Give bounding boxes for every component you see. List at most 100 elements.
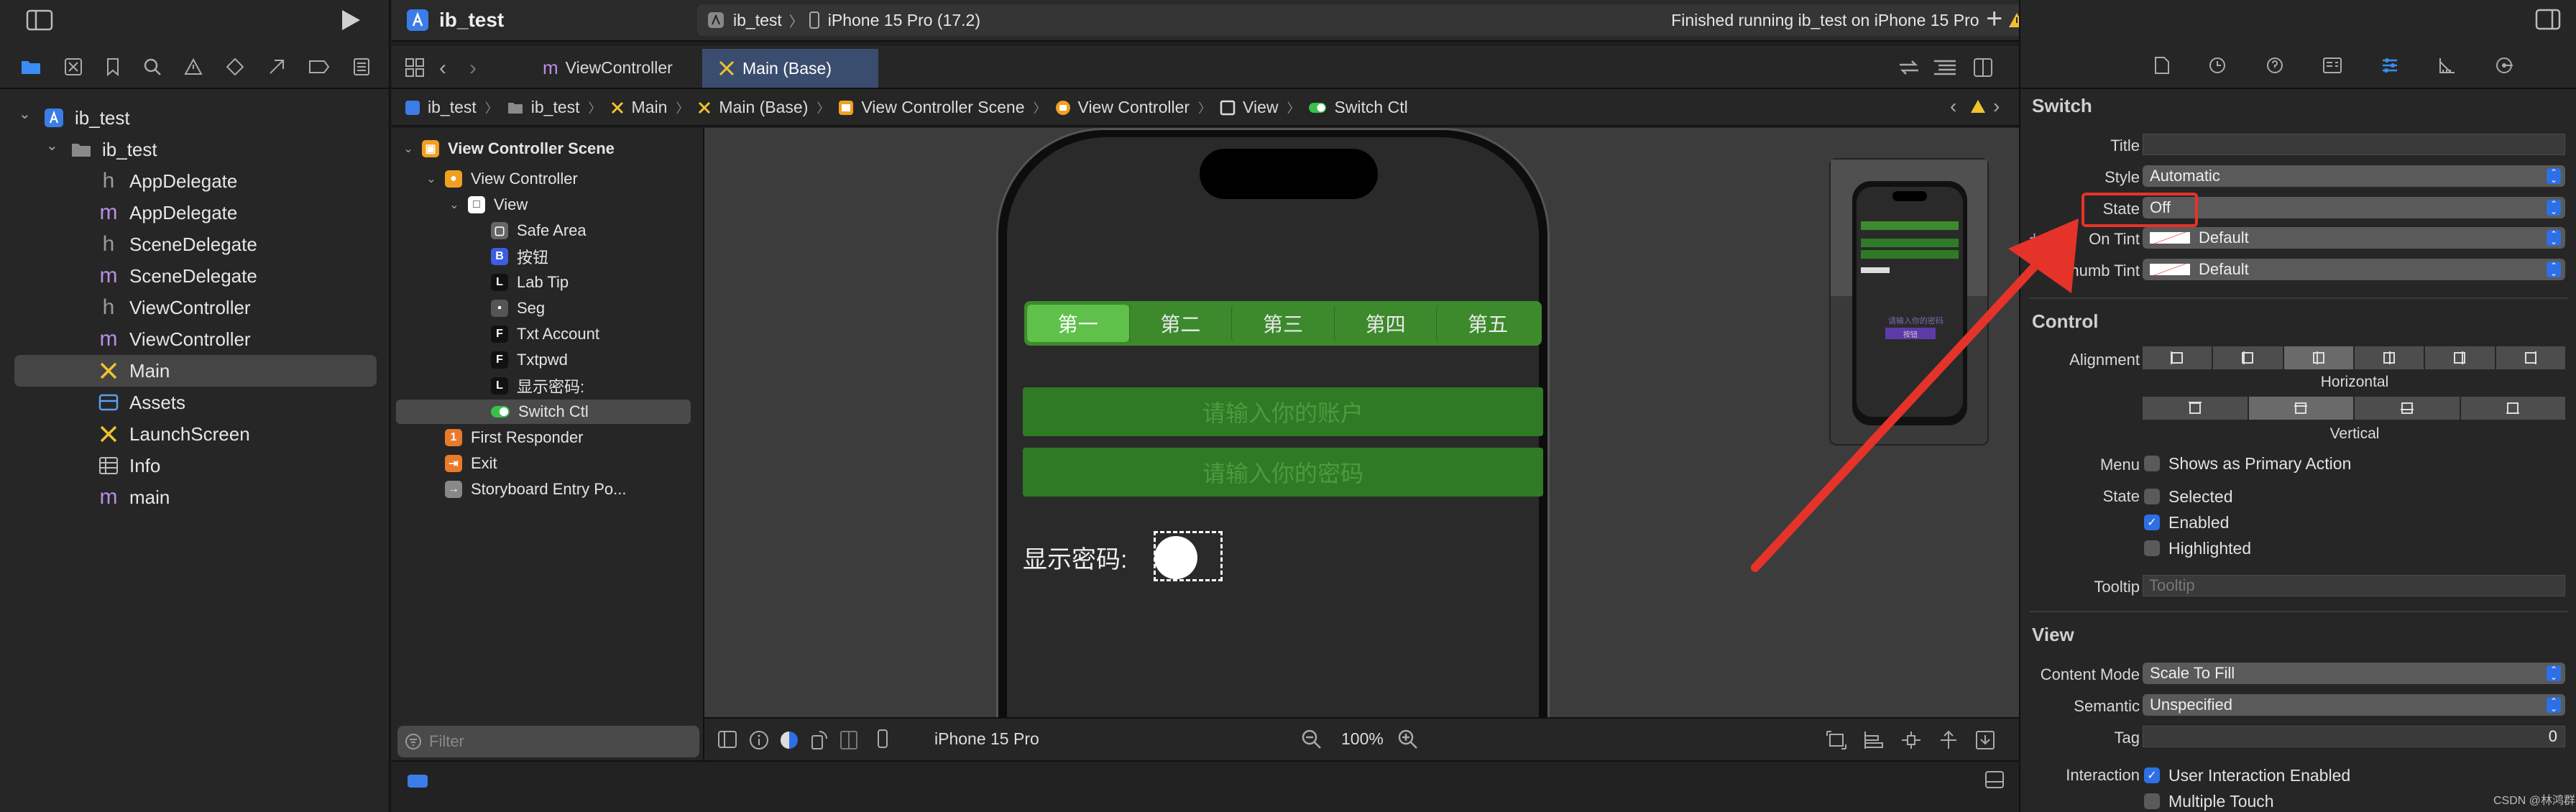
outline-item[interactable]: ⌄ □ View xyxy=(396,193,691,217)
outline-item[interactable]: F Txtpwd xyxy=(396,348,691,372)
outline-item[interactable]: Switch Ctl xyxy=(396,400,691,424)
outline-item[interactable]: ⇥ Exit xyxy=(396,451,691,476)
orientation-icon[interactable] xyxy=(809,730,829,750)
vertical-alignment-option-icon[interactable] xyxy=(2143,397,2248,420)
next-issue-button[interactable]: › xyxy=(1993,95,2000,118)
outline-item[interactable]: ▪ Seg xyxy=(396,296,691,320)
navigator-item[interactable]: m main xyxy=(14,481,377,513)
breadcrumb-item[interactable]: Main xyxy=(632,98,668,117)
disclosure-icon[interactable]: ⌄ xyxy=(19,105,37,123)
breadcrumb-item[interactable]: Main (Base) xyxy=(719,98,808,117)
device-label[interactable]: iPhone 15 Pro xyxy=(934,729,1039,749)
navigator-item[interactable]: h AppDelegate xyxy=(14,165,377,197)
list-icon[interactable] xyxy=(1933,59,1957,76)
help-icon[interactable] xyxy=(2266,56,2284,75)
password-text-field[interactable]: 请输入你的密码 xyxy=(1023,448,1543,497)
vertical-alignment-control[interactable] xyxy=(2143,397,2567,420)
outline-item[interactable]: ▢ Safe Area xyxy=(396,218,691,243)
issue-icon[interactable] xyxy=(184,58,203,75)
navigator-item[interactable]: ⌄ ib_test xyxy=(14,134,377,165)
segment-4[interactable]: 第四 xyxy=(1333,305,1437,342)
title-input[interactable] xyxy=(2143,134,2565,155)
appearance-icon[interactable] xyxy=(779,730,799,750)
align-icon[interactable] xyxy=(1863,730,1885,750)
add-constraints-icon[interactable] xyxy=(1900,730,1922,750)
horizontal-alignment-option-icon[interactable] xyxy=(2213,346,2283,369)
zoom-in-icon[interactable] xyxy=(1397,729,1419,750)
navigator-item[interactable]: LaunchScreen xyxy=(14,418,377,450)
add-editor-icon[interactable] xyxy=(1973,57,1993,78)
segment-1[interactable]: 第一 xyxy=(1027,305,1129,342)
bookmark-icon[interactable] xyxy=(106,57,120,76)
horizontal-alignment-option-icon[interactable] xyxy=(2283,346,2353,369)
disclosure-icon[interactable]: ⌄ xyxy=(448,198,461,212)
tooltip-input[interactable]: Tooltip xyxy=(2143,575,2565,596)
disclosure-icon[interactable]: ⌄ xyxy=(425,172,438,186)
checkbox[interactable] xyxy=(2144,540,2160,556)
outline-item[interactable]: B 按钮 xyxy=(396,244,691,269)
resolve-issues-icon[interactable] xyxy=(1938,730,1959,750)
navigator-item[interactable]: Assets xyxy=(14,387,377,418)
checkbox[interactable]: ✓ xyxy=(2144,515,2160,530)
tab-main-base[interactable]: Main (Base) xyxy=(702,49,878,88)
add-icon[interactable]: + xyxy=(1986,3,2002,34)
segment-5[interactable]: 第五 xyxy=(1436,305,1539,342)
checkbox[interactable] xyxy=(2144,793,2160,809)
file-inspector-icon[interactable] xyxy=(2154,56,2170,75)
tab-viewcontroller[interactable]: m ViewController xyxy=(528,50,687,85)
search-icon[interactable] xyxy=(143,57,162,76)
warning-icon[interactable] xyxy=(1970,99,1986,114)
tag-stepper[interactable]: 0 xyxy=(2143,726,2565,747)
content-mode-popup[interactable]: Scale To Fill ⌃ ⌄ xyxy=(2143,663,2565,684)
semantic-popup[interactable]: Unspecified ⌃ ⌄ xyxy=(2143,694,2565,716)
segment-2[interactable]: 第二 xyxy=(1128,305,1232,342)
source-control-icon[interactable] xyxy=(64,57,83,76)
device-selector[interactable]: iPhone 15 Pro (17.2) xyxy=(828,11,980,30)
navigator-item[interactable]: Main xyxy=(14,355,377,387)
horizontal-alignment-option-icon[interactable] xyxy=(2355,346,2424,369)
back-button[interactable]: ‹ xyxy=(439,56,446,80)
split-icon[interactable] xyxy=(840,730,858,750)
thumb-tint-popup[interactable]: Default ⌃ ⌄ xyxy=(2143,259,2565,280)
outline-item[interactable]: ⌄ ● View Controller xyxy=(396,167,691,191)
outline-item[interactable]: L 显示密码: xyxy=(396,374,691,398)
checkbox[interactable] xyxy=(2144,489,2160,504)
outline-filter-field[interactable]: Filter xyxy=(397,726,699,757)
zoom-out-icon[interactable] xyxy=(1301,729,1322,750)
attributes-inspector-icon[interactable] xyxy=(2380,56,2399,75)
debug-toggle-icon[interactable] xyxy=(408,775,428,788)
horizontal-alignment-option-icon[interactable] xyxy=(2143,346,2212,369)
on-tint-popup[interactable]: Default ⌃ ⌄ xyxy=(2143,227,2565,249)
outline-item[interactable]: L Lab Tip xyxy=(396,270,691,295)
horizontal-alignment-control[interactable] xyxy=(2143,346,2567,369)
info-icon[interactable] xyxy=(749,730,769,750)
outline-item[interactable]: ⌄ ▣ View Controller Scene xyxy=(396,137,691,161)
segmented-control[interactable]: 第一 第二 第三 第四 第五 xyxy=(1024,301,1542,346)
test-icon[interactable] xyxy=(226,57,244,76)
history-icon[interactable] xyxy=(2208,56,2227,75)
vertical-alignment-option-icon[interactable] xyxy=(2355,397,2460,420)
breadcrumb-item[interactable]: ib_test xyxy=(428,98,477,117)
navigator-item[interactable]: ⌄ ib_test xyxy=(14,102,377,134)
grid-icon[interactable] xyxy=(405,57,425,78)
vertical-alignment-option-icon[interactable] xyxy=(2248,397,2353,420)
breadcrumb-item[interactable]: ib_test xyxy=(531,98,580,117)
folder-icon[interactable] xyxy=(20,58,42,75)
device-icon[interactable] xyxy=(877,729,888,749)
horizontal-alignment-option-icon[interactable] xyxy=(2425,346,2495,369)
scheme-selector[interactable]: ib_test xyxy=(733,11,782,30)
debug-icon[interactable] xyxy=(267,57,286,76)
segment-3[interactable]: 第三 xyxy=(1231,305,1334,342)
breadcrumb-item[interactable]: View Controller Scene xyxy=(861,98,1024,117)
disclosure-icon[interactable]: ⌄ xyxy=(402,142,415,156)
update-frames-icon[interactable] xyxy=(1826,730,1847,750)
horizontal-alignment-option-icon[interactable] xyxy=(2496,346,2565,369)
navigator-item[interactable]: m AppDelegate xyxy=(14,197,377,229)
breadcrumb-item[interactable]: View xyxy=(1243,98,1278,117)
console-toggle-icon[interactable] xyxy=(1984,770,2005,789)
disclosure-icon[interactable]: ⌄ xyxy=(46,137,65,154)
embed-icon[interactable] xyxy=(1975,730,1995,750)
breadcrumb-item[interactable]: View Controller xyxy=(1078,98,1190,117)
view-controller-screen[interactable]: 第一 第二 第三 第四 第五 请输入你的账户 请输入你的密码 显示密码: xyxy=(1007,137,1543,719)
outline-item[interactable]: 1 First Responder xyxy=(396,425,691,450)
